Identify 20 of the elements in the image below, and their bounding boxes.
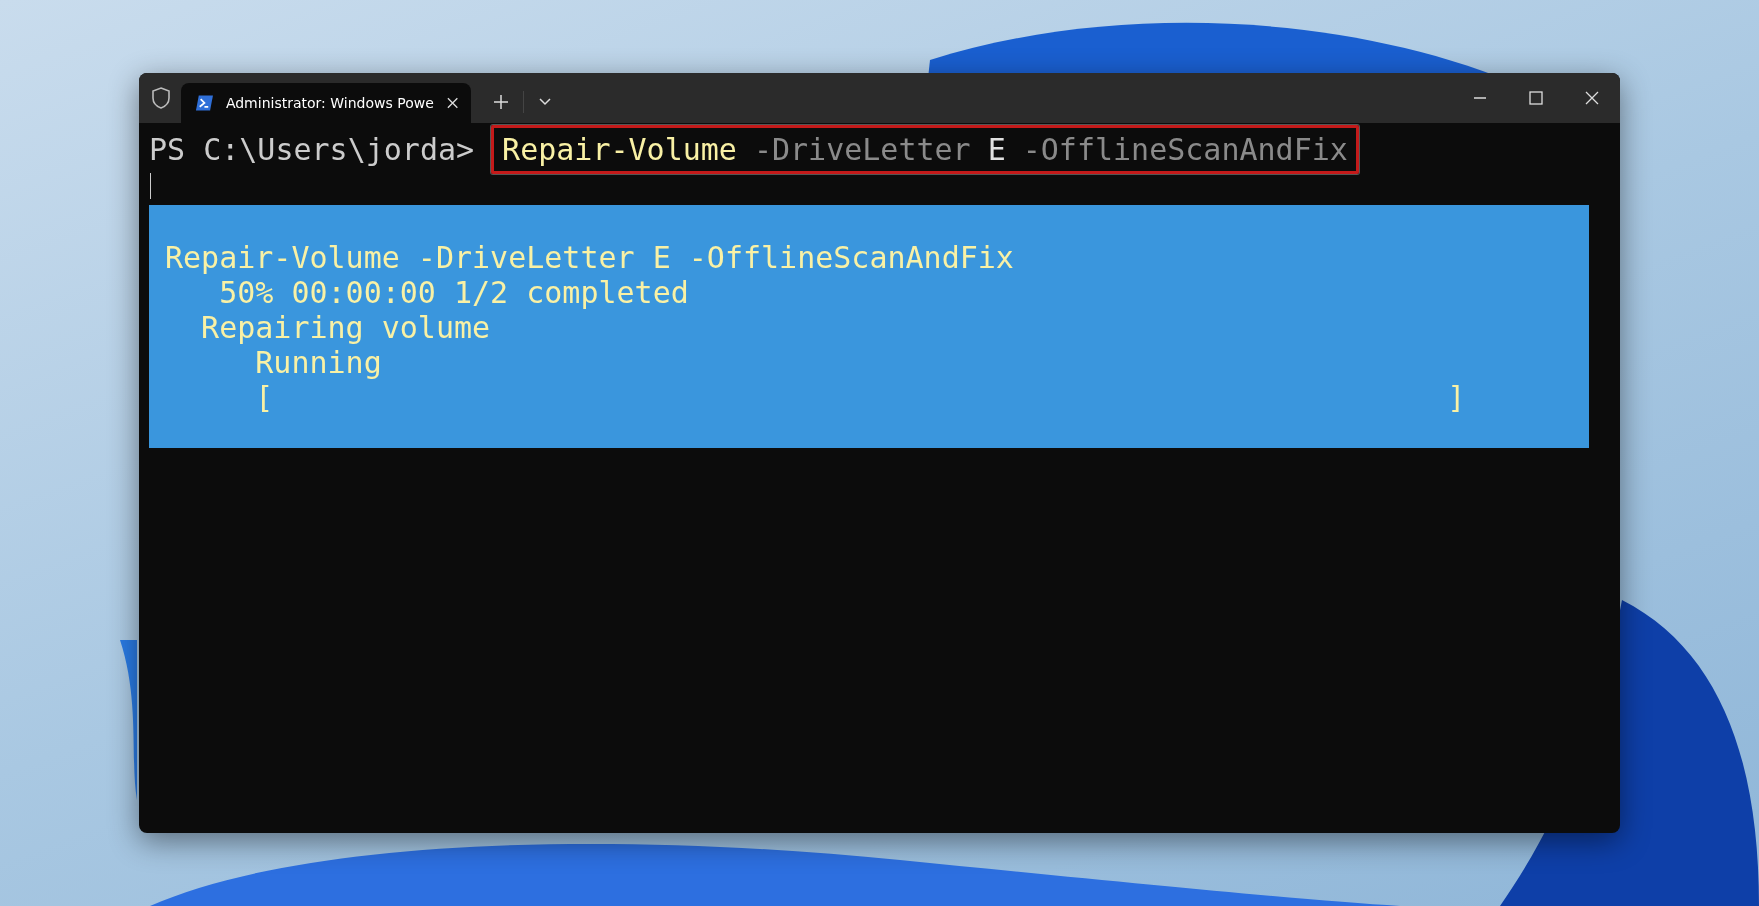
shield-icon [151, 87, 171, 109]
close-icon[interactable] [445, 96, 459, 110]
terminal-tab[interactable]: Administrator: Windows Powe [181, 83, 471, 123]
progress-bar-bracket: [ [255, 380, 274, 415]
argument-text: E [987, 131, 1006, 167]
cmdlet-text: Repair-Volume [502, 131, 737, 167]
progress-status: 50% 00:00:00 1/2 completed [219, 275, 689, 310]
chevron-down-icon[interactable] [538, 97, 552, 107]
progress-operation: Running [255, 345, 382, 380]
parameter-text: -OfflineScanAndFix [1022, 131, 1348, 167]
progress-bar-bracket: ] [1447, 380, 1466, 415]
close-icon[interactable] [1584, 90, 1600, 106]
progress-title: Repair-Volume -DriveLetter E -OfflineScanAndFix [165, 240, 1014, 275]
text-cursor [150, 173, 151, 199]
new-tab-icon[interactable] [493, 94, 509, 110]
progress-activity: Repairing volume [201, 310, 491, 345]
maximize-icon[interactable] [1528, 90, 1544, 106]
parameter-text: -DriveLetter [753, 131, 971, 167]
prompt-text: PS C:\Users\jorda> [149, 131, 475, 167]
powershell-icon [195, 94, 214, 112]
